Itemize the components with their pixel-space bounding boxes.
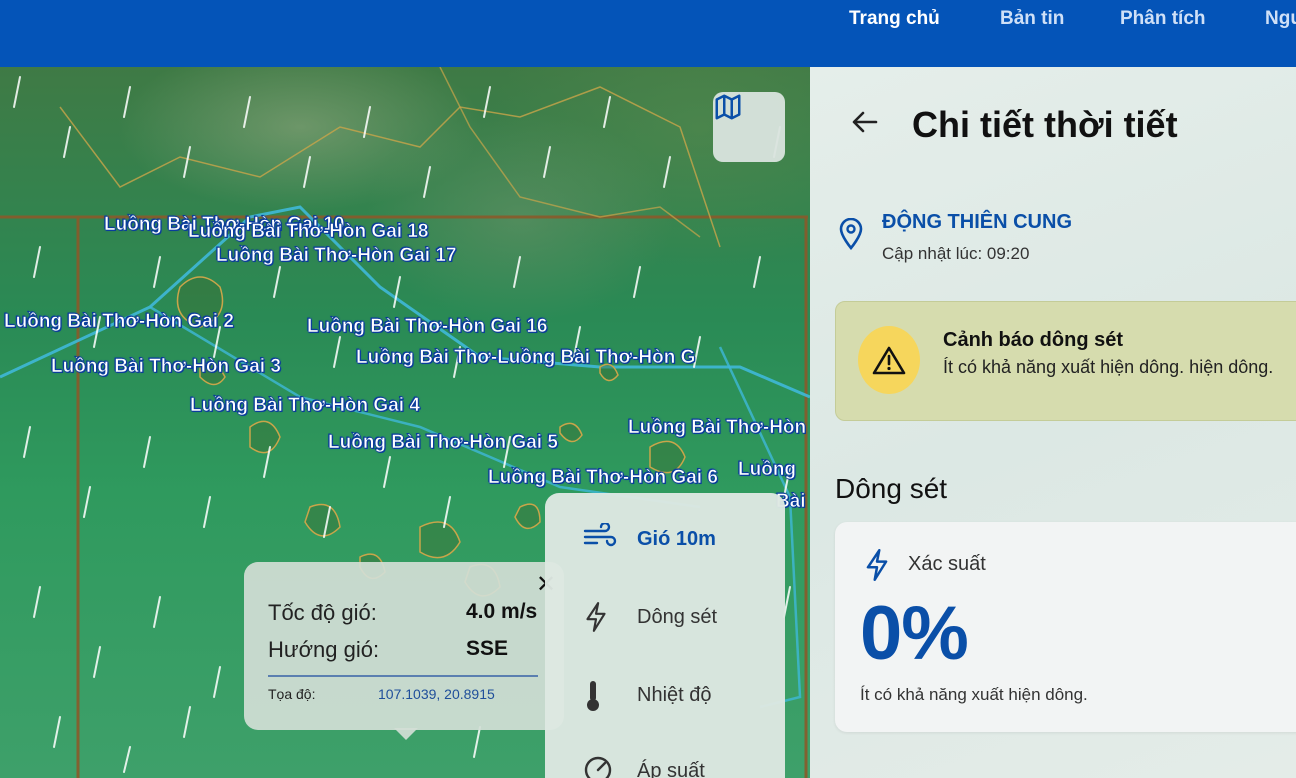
updated-time: Cập nhật lúc: 09:20 xyxy=(882,244,1030,263)
nav-bulletin[interactable]: Bản tin xyxy=(1000,8,1064,30)
layer-label: Gió 10m xyxy=(637,527,716,550)
layer-temperature[interactable]: Nhiệt độ xyxy=(583,679,712,711)
page-title: Chi tiết thời tiết xyxy=(912,104,1178,145)
route-label[interactable]: Luồng Bài Thơ-Hòn xyxy=(628,417,807,439)
lightning-alert: Cảnh báo dông sét Ít có khả năng xuất hi… xyxy=(835,301,1296,421)
layer-label: Áp suất xyxy=(637,759,705,778)
wind-speed-label: Tốc độ gió: xyxy=(268,600,377,625)
location-name: ĐỘNG THIÊN CUNG xyxy=(882,211,1072,233)
route-label[interactable]: Luồng Bài Thơ-Luồng Bài Thơ-Hòn G xyxy=(356,347,696,369)
location-pin-icon xyxy=(839,218,863,250)
probability-description: Ít có khả năng xuất hiện dông. xyxy=(860,685,1088,704)
wind-direction-label: Hướng gió: xyxy=(268,637,380,662)
layer-label: Nhiệt độ xyxy=(637,683,712,706)
layer-lightning[interactable]: Dông sét xyxy=(583,601,717,633)
layer-wind-10m[interactable]: Gió 10m xyxy=(583,523,716,555)
route-label[interactable]: Luồng Bài Thơ-Hòn Gai 3 xyxy=(51,356,281,378)
map-icon xyxy=(715,94,741,120)
coordinate-value: 107.1039, 20.8915 xyxy=(378,686,495,702)
warning-icon xyxy=(858,326,920,394)
top-nav-bar: Trang chủ Bản tin Phân tích Ngư xyxy=(0,0,1296,67)
wind-speed-value: 4.0 m/s xyxy=(466,600,538,623)
alert-title: Cảnh báo dông sét xyxy=(943,329,1123,351)
route-label[interactable]: Luồng Bài Thơ-Hòn Gai 4 xyxy=(190,395,420,417)
lightning-icon xyxy=(583,601,619,633)
wind-icon xyxy=(583,523,619,555)
nav-analysis[interactable]: Phân tích xyxy=(1120,8,1206,30)
weather-detail-panel: Chi tiết thời tiết ĐỘNG THIÊN CUNG Cập n… xyxy=(810,67,1296,778)
route-label[interactable]: Luồng xyxy=(738,459,797,481)
popup-divider xyxy=(268,675,538,677)
map-layers-button[interactable] xyxy=(713,92,785,162)
nav-home[interactable]: Trang chủ xyxy=(849,8,940,30)
gauge-icon xyxy=(583,755,619,778)
weather-map[interactable]: Luồng Bài Thơ-Hòn Gai 10 Luồng Bài Thơ-H… xyxy=(0,67,810,778)
probability-card: Xác suất 0% Ít có khả năng xuất hiện dôn… xyxy=(835,522,1296,732)
lightning-icon xyxy=(866,549,888,581)
route-label[interactable]: Luồng Bài Thơ-Hòn Gai 17 xyxy=(216,245,457,267)
thermometer-icon xyxy=(583,679,619,711)
back-arrow-icon[interactable] xyxy=(850,107,880,137)
alert-text: Ít có khả năng xuất hiện dông. hiện dông… xyxy=(943,357,1274,377)
route-label[interactable]: Luồng Bài Thơ-Hòn Gai 16 xyxy=(307,316,548,338)
route-label[interactable]: Luồng Bài Thơ-Hòn Gai 5 xyxy=(328,432,558,454)
coordinate-label: Tọa độ: xyxy=(268,686,316,702)
layer-pressure[interactable]: Áp suất xyxy=(583,755,705,778)
section-title: Dông sét xyxy=(835,473,948,504)
route-label[interactable]: Luồng Bài Thơ-Hòn Gai 18 xyxy=(188,221,429,243)
probability-label: Xác suất xyxy=(908,553,986,575)
wind-info-popup: Tốc độ gió: 4.0 m/s Hướng gió: SSE Tọa đ… xyxy=(244,562,564,740)
layer-menu: Gió 10m Dông sét Nhiệt độ Áp suất xyxy=(545,493,785,778)
layer-label: Dông sét xyxy=(637,605,718,628)
wind-direction-value: SSE xyxy=(466,637,509,660)
nav-fishery[interactable]: Ngư xyxy=(1265,8,1296,30)
route-label[interactable]: Luồng Bài Thơ-Hòn Gai 6 xyxy=(488,467,718,489)
popup-tail xyxy=(394,728,418,740)
probability-value: 0% xyxy=(860,591,969,676)
route-label[interactable]: Luồng Bài Thơ-Hòn Gai 2 xyxy=(4,311,234,333)
